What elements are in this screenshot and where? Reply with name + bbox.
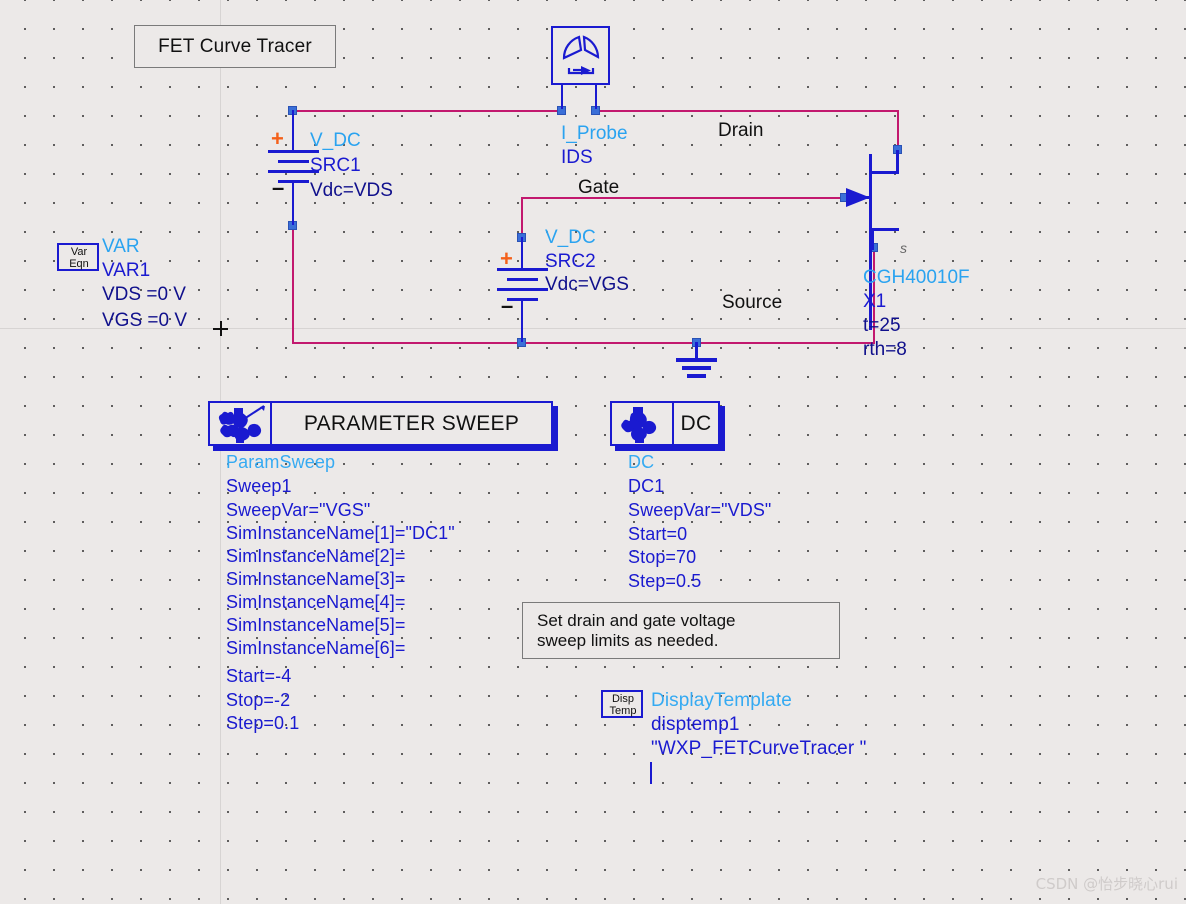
- fet-source-stub-v: [871, 228, 874, 250]
- param-sweep-param-5: SimInstanceName[5]=: [226, 615, 406, 635]
- schematic-title-text: FET Curve Tracer: [158, 35, 312, 57]
- disptemp-type: DisplayTemplate: [651, 690, 792, 711]
- src2-lead-bottom: [521, 300, 523, 342]
- note-box[interactable]: Set drain and gate voltage sweep limits …: [522, 602, 840, 659]
- var-type-label: VAR: [102, 236, 140, 257]
- wire-gate-vertical[interactable]: [521, 197, 523, 237]
- net-label-gate: Gate: [578, 177, 620, 198]
- var-param-vgs: VGS =0 V: [102, 310, 188, 331]
- fet-source-pin-label: s: [900, 240, 907, 256]
- transistor-param-t: t=25: [863, 315, 901, 336]
- param-sweep-param-6: SimInstanceName[6]=: [226, 638, 406, 658]
- src1-lead-bottom: [292, 183, 294, 225]
- disptemp-instance: disptemp1: [651, 714, 740, 735]
- iprobe-lead-left: [561, 85, 563, 109]
- src2-type-label: V_DC: [545, 227, 596, 248]
- var-param-vds: VDS =0 V: [102, 284, 186, 305]
- dc-block-title: DC: [680, 411, 712, 435]
- src2-lead-top: [521, 237, 523, 270]
- param-sweep-param-0: SweepVar="VGS": [226, 500, 371, 520]
- origin-axis-vertical: [220, 0, 221, 904]
- var-icon-line2: Eqn: [69, 258, 89, 270]
- param-sweep-param-1: SimInstanceName[1]="DC1": [226, 523, 455, 543]
- net-label-source: Source: [722, 292, 783, 313]
- param-sweep-icon-cell: [210, 403, 272, 444]
- transistor-instance-label: X1: [863, 291, 887, 312]
- var-eqn-icon[interactable]: Var Eqn: [57, 243, 99, 271]
- fet-drain-stub-h: [869, 171, 899, 174]
- dc-block[interactable]: DC: [610, 401, 725, 451]
- meter-dial-icon: [562, 35, 600, 75]
- wire-gate-horizontal[interactable]: [521, 197, 848, 199]
- fet-drain-stub-v: [896, 150, 899, 174]
- disptemp-value: "WXP_FETCurveTracer ": [651, 738, 867, 759]
- param-sweep-param-3: SimInstanceName[3]=: [226, 569, 406, 589]
- fet-gate-arrow-icon: [846, 188, 870, 207]
- gears-icon: [218, 404, 265, 443]
- src2-plus-sign: +: [500, 246, 513, 271]
- param-sweep-param-2: SimInstanceName[2]=: [226, 546, 406, 566]
- wire-drain-top-left[interactable]: [292, 110, 562, 112]
- disp-temp-icon[interactable]: Disp Temp: [601, 690, 643, 718]
- wire-drain-top-right[interactable]: [595, 110, 899, 112]
- src2-plate-short-1: [507, 278, 538, 281]
- src1-instance-label: SRC1: [310, 155, 361, 176]
- schematic-canvas[interactable]: FET Curve Tracer + – V_DC SRC1 Vdc=VDS +…: [0, 0, 1186, 904]
- dc-param-0: SweepVar="VDS": [628, 500, 772, 520]
- watermark: CSDN @怡步晓心rui: [1035, 875, 1178, 893]
- param-sweep-type: ParamSweep: [226, 452, 336, 472]
- text-cursor: [650, 762, 652, 784]
- param-sweep-param-9: Step=0.1: [226, 713, 300, 733]
- var-instance-label: VAR1: [102, 260, 151, 281]
- net-label-drain: Drain: [718, 120, 764, 141]
- param-sweep-block[interactable]: PARAMETER SWEEP: [208, 401, 558, 451]
- transistor-model-label: CGH40010F: [863, 267, 970, 288]
- src2-param-label: Vdc=VGS: [545, 274, 629, 295]
- src1-param-label: Vdc=VDS: [310, 180, 393, 201]
- src2-minus-sign: –: [501, 293, 514, 318]
- ground-bar-1: [676, 358, 717, 362]
- ground-bar-3: [687, 374, 706, 378]
- dc-param-1: Start=0: [628, 524, 688, 544]
- iprobe-lead-right: [595, 85, 597, 109]
- dc-icon-cell: [612, 403, 674, 444]
- src1-type-label: V_DC: [310, 130, 361, 151]
- src2-instance-label: SRC2: [545, 251, 596, 272]
- wire-src1-bottom[interactable]: [292, 225, 294, 343]
- param-sweep-param-7: Start=-4: [226, 666, 292, 686]
- dc-type: DC: [628, 452, 655, 472]
- disptemp-icon-line2: Temp: [609, 705, 637, 717]
- src1-plus-sign: +: [271, 126, 284, 151]
- origin-crosshair: [213, 321, 228, 336]
- dc-instance: DC1: [628, 476, 665, 496]
- schematic-title-box[interactable]: FET Curve Tracer: [134, 25, 336, 68]
- wire-source-rail[interactable]: [292, 342, 875, 344]
- gears-icon: [621, 406, 657, 443]
- dc-param-3: Step=0.5: [628, 571, 702, 591]
- src1-plate-short-1: [278, 160, 309, 163]
- transistor-param-rth: rth=8: [863, 339, 907, 360]
- iprobe-instance-label: IDS: [561, 147, 593, 168]
- param-sweep-instance: Sweep1: [226, 476, 292, 496]
- disptemp-icon-line1: Disp: [611, 693, 634, 705]
- var-icon-line1: Var: [70, 246, 88, 258]
- src1-minus-sign: –: [272, 175, 285, 200]
- src1-lead-top: [292, 110, 294, 150]
- param-sweep-title: PARAMETER SWEEP: [303, 411, 520, 435]
- note-line-1: Set drain and gate voltage: [537, 611, 736, 630]
- note-line-2: sweep limits as needed.: [537, 631, 719, 650]
- param-sweep-param-8: Stop=-2: [226, 690, 291, 710]
- src2-plate-long-2: [497, 288, 548, 291]
- ground-bar-2: [682, 366, 711, 370]
- iprobe-type-label: I_Probe: [561, 123, 628, 144]
- param-sweep-param-4: SimInstanceName[4]=: [226, 592, 406, 612]
- dc-param-2: Stop=70: [628, 547, 697, 567]
